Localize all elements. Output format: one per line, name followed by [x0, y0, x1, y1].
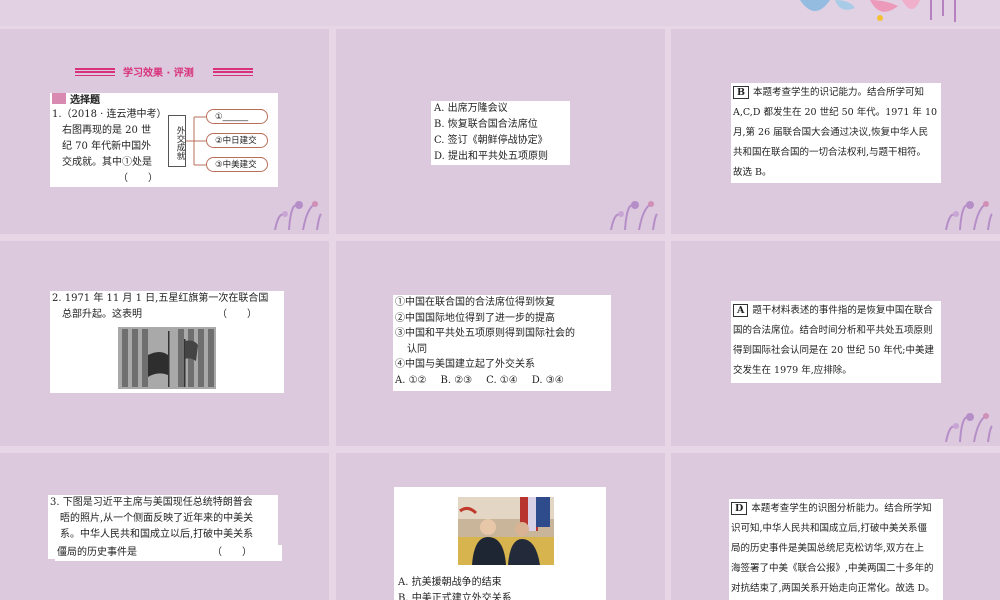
slide-q1-options[interactable]: A. 出席万隆会议 B. 恢复联合国合法席位 C. 签订《朝鲜停战协定》 D. …	[336, 29, 665, 234]
q1-explanation-line: 共和国在联合国的一切合法权利,与题干相符。	[733, 147, 927, 158]
q3-explanation-card: D 本题考查学生的识图分析能力。结合所学知 识可知,中华人民共和国成立后,打破中美…	[729, 499, 943, 600]
flower-decoration-icon	[610, 201, 658, 230]
flower-decoration-icon	[945, 413, 993, 442]
q1-diagram-item-3: ③中美建交	[206, 157, 268, 172]
q2-stem-line: 2. 1971 年 11 月 1 日,五星红旗第一次在联合国	[52, 293, 269, 304]
q1-option-d[interactable]: D. 提出和平共处五项原则	[434, 149, 570, 165]
q3-options-card: A. 抗美援朝战争的结束 B. 中美正式建立外交关系	[394, 487, 606, 600]
q3-explanation-line: 本题考查学生的识图分析能力。结合所学知	[751, 503, 932, 514]
q2-option-c[interactable]: C. ①④	[486, 373, 518, 389]
q1-explanation-line: 本题考查学生的识记能力。结合所学可知	[753, 87, 925, 98]
q1-option-c[interactable]: C. 签订《朝鲜停战协定》	[434, 133, 570, 149]
q1-diagram-item-2: ②中日建交	[206, 133, 268, 148]
section-header-title: 学习效果 · 评测	[123, 68, 194, 79]
q1-card: 选择题 1.（2018 · 连云港中考） 右图再现的是 20 世 纪 70 年代…	[50, 93, 278, 187]
q3-stem-line: 3. 下图是习近平主席与美国现任总统特朗普会	[50, 497, 253, 508]
q2-card: 2. 1971 年 11 月 1 日,五星红旗第一次在联合国 总部升起。这表明 …	[50, 291, 284, 393]
flower-decoration-icon	[274, 201, 322, 230]
q2-stem-line: 总部升起。这表明 （ ）	[62, 309, 257, 320]
q3-explanation-line: 识可知,中华人民共和国成立后,打破中美关系僵	[731, 523, 928, 534]
q2-explanation-line: 交发生在 1979 年,应排除。	[733, 365, 852, 376]
q2-option-b[interactable]: B. ②③	[441, 373, 473, 389]
q2-explanation-card: A 题干材料表述的事件指的是恢复中国在联合 国的合法席位。结合时间分析和平共处五项…	[731, 301, 941, 383]
slide-q2-answer[interactable]: A 题干材料表述的事件指的是恢复中国在联合 国的合法席位。结合时间分析和平共处五项…	[671, 241, 1000, 446]
q3-explanation-line: 对抗结束了,两国关系开始走向正常化。故选 D。	[731, 583, 935, 594]
top-banner	[0, 0, 1000, 26]
q3-stem-line: 晤的照片,从一个侧面反映了近年来的中美关	[60, 513, 254, 524]
q1-options-card: A. 出席万隆会议 B. 恢复联合国合法席位 C. 签订《朝鲜停战协定》 D. …	[431, 101, 570, 165]
q3-explanation-line: 局的历史事件是美国总统尼克松访华,双方在上	[731, 543, 925, 554]
q2-options-card: ①中国在联合国的合法席位得到恢复 ②中国国际地位得到了进一步的提高 ③中国和平共…	[393, 295, 611, 391]
q1-answer-blank: （ ）	[118, 173, 158, 184]
q1-stem-line: 1.（2018 · 连云港中考）	[52, 109, 167, 120]
q3-stem-line: 系。中华人民共和国成立以后,打破中美关系	[60, 529, 254, 540]
q2-answer-badge: A	[733, 304, 749, 317]
slide-q1-answer[interactable]: B 本题考查学生的识记能力。结合所学可知 A,C,D 都发生在 20 世纪 50 …	[671, 29, 1000, 234]
q1-option-a[interactable]: A. 出席万隆会议	[434, 101, 570, 117]
flower-decoration-icon	[945, 201, 993, 230]
q2-explanation-line: 国的合法席位。结合时间分析和平共处五项原则	[733, 325, 933, 336]
q1-diagram-label: 外交成就	[168, 115, 186, 167]
q1-explanation-line: A,C,D 都发生在 20 世纪 50 年代。1971 年 10	[733, 107, 938, 118]
butterfly-decoration-icon	[800, 0, 956, 22]
q1-diagram-item-1: ①______	[206, 109, 268, 124]
slide-q3-answer[interactable]: D 本题考查学生的识图分析能力。结合所学知 识可知,中华人民共和国成立后,打破中美…	[671, 453, 1000, 600]
q1-answer-badge: B	[733, 86, 750, 99]
q2-statement: ④中国与美国建立起了外交关系	[395, 359, 535, 370]
meeting-photo	[458, 497, 554, 565]
q2-explanation-line: 得到国际社会认同是在 20 世纪 50 年代;中美建	[733, 345, 934, 356]
section-tag-icon	[52, 93, 66, 104]
q1-explanation-line: 故选 B。	[733, 167, 772, 178]
q3-card-tail: 僵局的历史事件是 （ ）	[55, 545, 282, 561]
q2-statement: ①中国在联合国的合法席位得到恢复	[395, 297, 555, 308]
q3-option-b[interactable]: B. 中美正式建立外交关系	[398, 591, 512, 600]
q2-option-d[interactable]: D. ③④	[532, 373, 564, 389]
q1-explanation-line: 月,第 26 届联合国大会通过决议,恢复中华人民	[733, 127, 929, 138]
slide-q2-stem[interactable]: 2. 1971 年 11 月 1 日,五星红旗第一次在联合国 总部升起。这表明 …	[0, 241, 329, 446]
section-header: 学习效果 · 评测	[75, 65, 255, 79]
bracket-icon	[186, 116, 206, 166]
q2-explanation-line: 题干材料表述的事件指的是恢复中国在联合	[752, 305, 933, 316]
q1-diagram: 外交成就 ①______ ②中日建交 ③中美建交	[168, 107, 278, 175]
q3-option-a[interactable]: A. 抗美援朝战争的结束	[398, 575, 502, 591]
q1-stem-line: 右图再现的是 20 世	[62, 125, 152, 136]
q3-stem-line: 僵局的历史事件是 （ ）	[57, 547, 252, 558]
slide-q1-stem[interactable]: 学习效果 · 评测 选择题 1.（2018 · 连云港中考） 右图再现的是 20…	[0, 29, 329, 234]
q1-option-b[interactable]: B. 恢复联合国合法席位	[434, 117, 570, 133]
slide-q3-options[interactable]: A. 抗美援朝战争的结束 B. 中美正式建立外交关系	[336, 453, 665, 600]
q1-stem-line: 纪 70 年代新中国外	[62, 141, 152, 152]
slide-q2-options[interactable]: ①中国在联合国的合法席位得到恢复 ②中国国际地位得到了进一步的提高 ③中国和平共…	[336, 241, 665, 446]
slide-q3-stem[interactable]: 3. 下图是习近平主席与美国现任总统特朗普会 晤的照片,从一个侧面反映了近年来的…	[0, 453, 329, 600]
q2-statement: ②中国国际地位得到了进一步的提高	[395, 312, 555, 324]
slide-grid: 学习效果 · 评测 选择题 1.（2018 · 连云港中考） 右图再现的是 20…	[0, 29, 1000, 600]
un-flag-photo	[118, 327, 216, 389]
q2-statement: 认同	[407, 343, 427, 355]
section-tag: 选择题	[70, 95, 100, 106]
q3-answer-badge: D	[731, 502, 748, 515]
q2-statement: ③中国和平共处五项原则得到国际社会的	[395, 328, 575, 339]
q1-stem-line: 交成就。其中①处是	[62, 157, 152, 168]
q1-explanation-card: B 本题考查学生的识记能力。结合所学可知 A,C,D 都发生在 20 世纪 50 …	[731, 83, 941, 183]
q2-option-a[interactable]: A. ①②	[395, 373, 427, 389]
q3-explanation-line: 海签署了中美《联合公报》,中美两国二十多年的	[731, 563, 934, 574]
